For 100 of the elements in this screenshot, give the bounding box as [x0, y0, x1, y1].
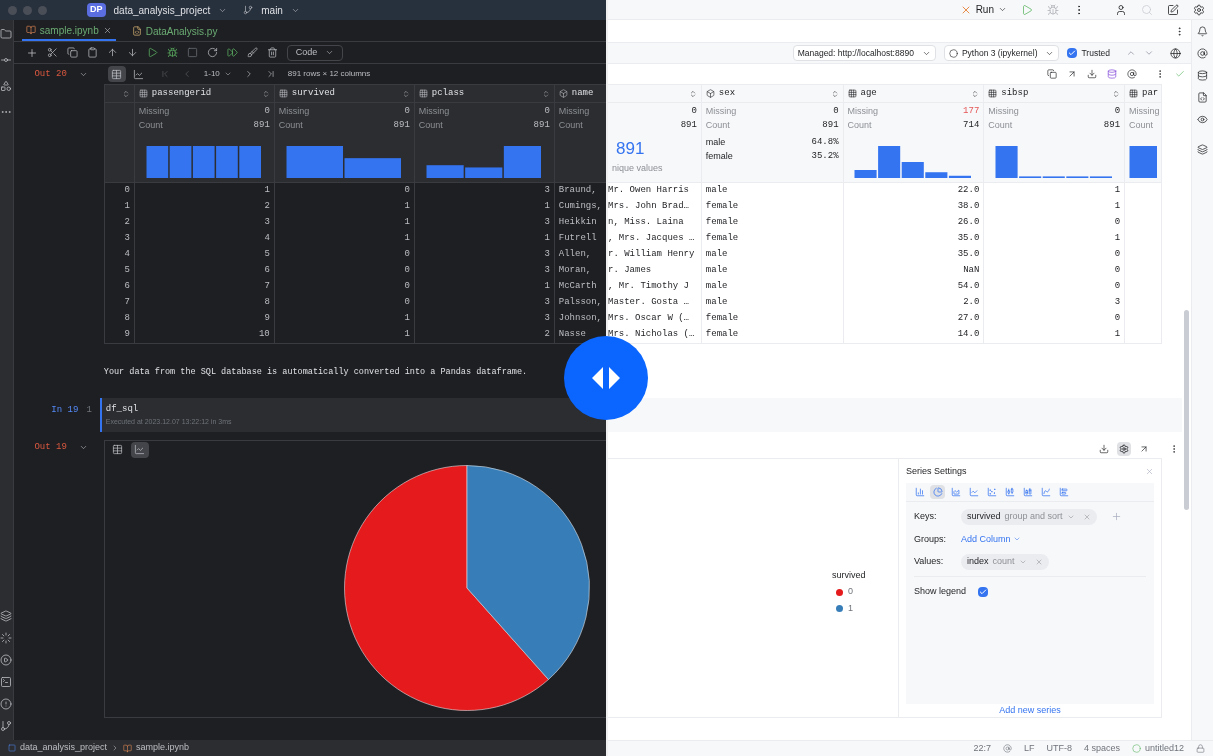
close-icon[interactable] — [102, 25, 112, 35]
stat-label: Missing — [138, 105, 170, 118]
add-series-link[interactable]: Add new series — [999, 703, 1061, 717]
pie-chart-type-button[interactable] — [930, 484, 945, 499]
layers-icon[interactable] — [1197, 144, 1208, 155]
project-name[interactable]: data_analysis_project — [113, 2, 211, 18]
notebook-icon — [123, 743, 133, 753]
column-header[interactable]: survived — [291, 86, 398, 101]
move-down-icon[interactable] — [126, 47, 138, 58]
check-icon[interactable] — [1175, 69, 1185, 79]
row-index: 0 — [124, 184, 130, 198]
field-label: Keys: — [914, 509, 938, 523]
edit-icon[interactable] — [1167, 3, 1179, 16]
branch-icon[interactable] — [243, 5, 254, 15]
restart-icon[interactable] — [206, 47, 218, 58]
user-icon[interactable] — [1115, 3, 1127, 16]
cell-type-dropdown[interactable]: Code — [286, 44, 344, 61]
clear-icon[interactable] — [246, 47, 258, 58]
loader-icon[interactable] — [0, 632, 13, 644]
copy-icon[interactable] — [1047, 69, 1057, 79]
bell-icon[interactable] — [1197, 26, 1208, 37]
globe-icon[interactable] — [1170, 47, 1181, 59]
show-legend-checkbox[interactable] — [978, 586, 989, 597]
branch-icon[interactable] — [0, 720, 13, 732]
stop-icon[interactable] — [186, 47, 198, 58]
folder-icon[interactable] — [0, 28, 13, 40]
add-icon[interactable] — [25, 46, 38, 59]
module-icon — [8, 744, 16, 752]
move-up-icon[interactable] — [106, 47, 118, 58]
table-view-button[interactable] — [107, 66, 126, 82]
layers-icon[interactable] — [0, 610, 13, 622]
chevron-down-icon[interactable] — [78, 70, 88, 79]
python-icon[interactable] — [1197, 92, 1208, 103]
server-dropdown[interactable]: Managed: http://localhost:8890 — [792, 45, 936, 61]
column-header[interactable]: name — [571, 86, 602, 101]
scrollbar[interactable] — [1184, 310, 1189, 510]
input-label: In 19 — [51, 404, 79, 417]
chart-view-button[interactable] — [130, 441, 149, 458]
paste-icon[interactable] — [86, 47, 98, 58]
stat-value: 0 — [544, 105, 550, 118]
structure-icon[interactable] — [0, 80, 13, 92]
sort-icon[interactable] — [688, 89, 697, 98]
trusted-checkbox[interactable] — [1067, 48, 1078, 58]
sort-icon[interactable] — [1112, 89, 1121, 98]
table-cell: 1 — [1114, 200, 1121, 214]
sort-icon[interactable] — [121, 89, 130, 98]
lock-icon[interactable] — [1196, 744, 1205, 753]
preview-icon[interactable] — [1197, 114, 1208, 125]
run-configuration-button[interactable]: Run — [959, 2, 1007, 17]
table-cell: 1 — [404, 216, 410, 230]
file-tab[interactable]: DataAnalysis.py — [127, 21, 222, 41]
chevron-down-icon[interactable] — [78, 443, 88, 452]
database-icon[interactable] — [1197, 70, 1208, 81]
last-page-icon[interactable] — [265, 69, 276, 79]
settings-icon[interactable] — [1193, 3, 1205, 16]
branch-name[interactable]: main — [261, 2, 283, 18]
cut-icon[interactable] — [46, 47, 58, 58]
table-cell: 3 — [544, 248, 550, 262]
run-all-icon[interactable] — [226, 47, 238, 58]
file-tab[interactable]: sample.ipynb — [21, 21, 116, 41]
terminal-icon[interactable] — [0, 676, 13, 688]
download-icon[interactable] — [1087, 69, 1097, 79]
kernel-dropdown[interactable]: Python 3 (ipykernel) — [943, 45, 1060, 61]
run-icon[interactable] — [146, 47, 158, 58]
delete-icon[interactable] — [266, 47, 278, 58]
alert-icon[interactable] — [0, 698, 13, 710]
sort-icon[interactable] — [401, 89, 410, 98]
column-header[interactable]: passengerid — [151, 86, 258, 101]
sort-icon[interactable] — [261, 89, 270, 98]
column-header[interactable]: sex — [718, 86, 827, 101]
key-chip[interactable]: survived group and sort — [961, 508, 1097, 525]
sort-icon[interactable] — [830, 89, 839, 98]
column-header[interactable]: pclass — [431, 86, 538, 101]
table-cell: female — [705, 216, 739, 230]
sort-icon[interactable] — [541, 89, 550, 98]
trusted-label[interactable]: Trusted — [1081, 46, 1110, 60]
status-item[interactable]: LF — [1023, 741, 1035, 756]
chevron-down-icon[interactable] — [223, 70, 232, 78]
page-range[interactable]: 1-10 — [203, 68, 220, 80]
column-header[interactable]: par — [1142, 86, 1159, 101]
field-label: Values: — [914, 555, 945, 569]
debug-icon[interactable] — [166, 47, 178, 58]
status-item[interactable]: 22:7 — [973, 741, 991, 756]
status-item[interactable]: 4 spaces — [1083, 741, 1120, 756]
breadcrumb[interactable]: data_analysis_project — [20, 741, 108, 755]
expand-icon[interactable] — [1139, 444, 1149, 454]
expand-icon[interactable] — [1067, 69, 1077, 79]
value-chip[interactable]: index count — [961, 554, 1049, 570]
settings-button[interactable] — [1117, 442, 1131, 456]
play-circle-icon[interactable] — [0, 654, 13, 666]
status-item[interactable]: UTF-8 — [1046, 741, 1072, 756]
status-item[interactable]: untitled12 — [1144, 741, 1184, 756]
copy-icon[interactable] — [66, 47, 78, 58]
download-icon[interactable] — [1099, 444, 1109, 454]
column-header[interactable]: sibsp — [1001, 86, 1109, 101]
add-column-link[interactable]: Add Column — [961, 532, 1021, 546]
column-header[interactable]: age — [860, 86, 968, 101]
breadcrumb[interactable]: sample.ipynb — [136, 741, 190, 755]
numeric-column-icon — [138, 89, 148, 98]
sort-icon[interactable] — [971, 89, 980, 98]
